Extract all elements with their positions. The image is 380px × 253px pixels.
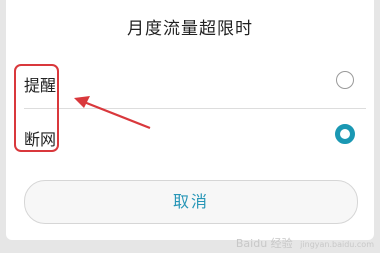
option-cutoff[interactable]: 断网 (6, 112, 374, 160)
radio-remind[interactable] (336, 71, 354, 89)
watermark: Baidu 经验 jingyan.baidu.com (236, 235, 374, 251)
divider (24, 108, 366, 109)
dialog-title: 月度流量超限时 (127, 19, 253, 39)
watermark-url: jingyan.baidu.com (300, 240, 374, 249)
annotation-highlight-box (14, 64, 59, 152)
radio-cutoff-selected[interactable] (335, 124, 355, 144)
watermark-text: Baidu 经验 (235, 237, 293, 250)
data-limit-dialog: 月度流量超限时 提醒 断网 取消 (6, 0, 374, 240)
screen: 月度流量超限时 提醒 断网 取消 Baidu 经验 jingyan.baidu.… (0, 0, 380, 253)
cancel-button[interactable]: 取消 (24, 180, 358, 224)
option-remind[interactable]: 提醒 (6, 58, 374, 106)
